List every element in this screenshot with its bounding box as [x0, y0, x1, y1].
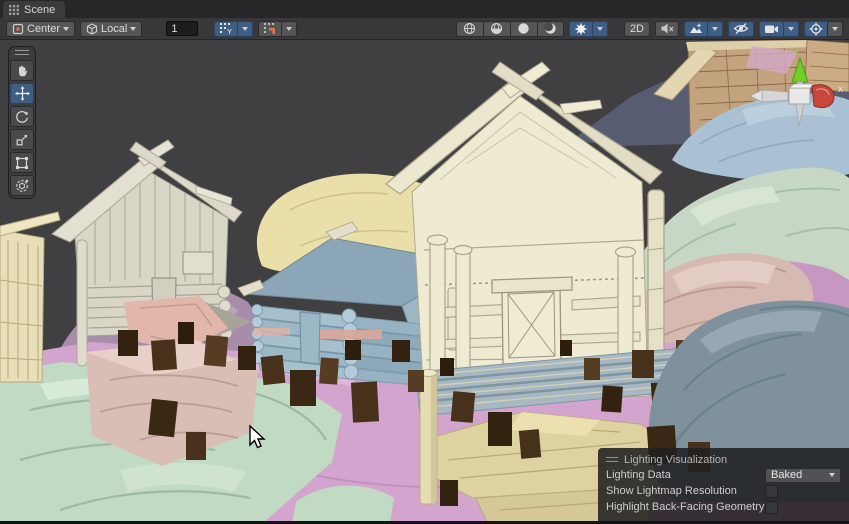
cube-icon — [86, 23, 98, 35]
shadow-mode-button[interactable] — [537, 21, 564, 37]
rotate-tool-button[interactable] — [10, 106, 34, 127]
gizmos-dropdown[interactable] — [827, 21, 843, 37]
highlight-backfacing-checkbox[interactable] — [765, 501, 778, 514]
shaded-wireframe-mode-button[interactable] — [483, 21, 510, 37]
overlay-drag-handle[interactable] — [15, 50, 29, 55]
chevron-down-icon — [242, 27, 248, 31]
snap-increment-toggle[interactable] — [258, 21, 281, 37]
scene-effects-dropdown[interactable] — [707, 21, 723, 37]
rect-icon — [15, 156, 29, 170]
svg-text:x: x — [838, 84, 843, 95]
move-icon — [15, 86, 30, 101]
rotation-mode-button[interactable]: Local — [80, 21, 142, 37]
wireframe-sphere-icon — [463, 22, 476, 35]
crescent-sphere-icon — [544, 22, 557, 35]
chevron-down-icon — [712, 27, 718, 31]
show-lightmap-resolution-label: Show Lightmap Resolution — [606, 485, 765, 497]
camera-icon — [764, 23, 779, 35]
wireframe-mode-button[interactable] — [456, 21, 483, 37]
rect-tool-button[interactable] — [10, 152, 34, 173]
grid-dots-icon: Y — [219, 22, 233, 35]
rotate-icon — [15, 110, 29, 124]
scale-icon — [15, 133, 29, 147]
lighting-data-row: Lighting Data Baked — [606, 467, 843, 483]
chevron-down-icon — [63, 27, 69, 31]
shaded-mode-button[interactable] — [510, 21, 537, 37]
chevron-down-icon — [286, 27, 292, 31]
transform-tool-button[interactable] — [10, 175, 34, 196]
draw-mode-group — [456, 21, 564, 37]
svg-text:Y: Y — [227, 27, 232, 35]
eye-slash-icon — [733, 22, 749, 35]
tab-scene[interactable]: Scene — [3, 1, 65, 18]
gizmos-target-icon — [809, 22, 823, 36]
tab-bar: Scene — [0, 0, 849, 18]
audio-mute-button[interactable] — [655, 21, 679, 37]
highlight-backfacing-label: Highlight Back-Facing Geometry — [606, 501, 765, 513]
hand-icon — [15, 64, 29, 78]
lighting-debug-dropdown[interactable] — [592, 21, 608, 37]
panel-drag-handle[interactable] — [606, 457, 618, 462]
2d-mode-label: 2D — [630, 23, 644, 35]
lighting-debug-mode-button[interactable] — [569, 21, 592, 37]
rotation-mode-label: Local — [101, 23, 127, 35]
lighting-visualization-panel: Lighting Visualization Lighting Data Bak… — [598, 448, 849, 521]
grid-size-input[interactable] — [166, 21, 198, 36]
light-burst-icon — [574, 22, 588, 36]
scale-tool-button[interactable] — [10, 129, 34, 150]
lighting-data-label: Lighting Data — [606, 469, 765, 481]
chevron-down-icon — [788, 27, 794, 31]
scene-camera-dropdown[interactable] — [783, 21, 799, 37]
snap-increment-dropdown[interactable] — [281, 21, 297, 37]
chevron-down-icon — [597, 27, 603, 31]
lighting-data-value: Baked — [771, 469, 802, 481]
grid-icon — [9, 5, 19, 15]
half-shaded-sphere-icon — [490, 22, 503, 35]
effects-landscape-icon — [689, 22, 703, 35]
grid-visibility-dropdown[interactable] — [237, 21, 253, 37]
hidden-objects-toggle[interactable] — [728, 21, 754, 37]
move-tool-button[interactable] — [10, 83, 34, 104]
chevron-down-icon — [130, 27, 136, 31]
pivot-icon — [12, 23, 24, 35]
show-lightmap-resolution-checkbox[interactable] — [765, 485, 778, 498]
solid-sphere-icon — [517, 22, 530, 35]
snap-icon — [263, 22, 277, 35]
scene-camera-button[interactable] — [759, 21, 783, 37]
chevron-down-icon — [832, 27, 838, 31]
scene-effects-button[interactable] — [684, 21, 707, 37]
2d-mode-button[interactable]: 2D — [624, 21, 650, 37]
tool-palette-overlay — [8, 46, 36, 199]
grid-visibility-toggle[interactable]: Y — [214, 21, 237, 37]
transform-icon — [15, 179, 29, 193]
pivot-mode-button[interactable]: Center — [6, 21, 75, 37]
tab-scene-label: Scene — [24, 4, 55, 16]
lighting-data-dropdown[interactable]: Baked — [765, 468, 841, 483]
hand-tool-button[interactable] — [10, 60, 34, 81]
unity-scene-view-window: Scene Center Local — [0, 0, 849, 524]
lighting-panel-title: Lighting Visualization — [624, 454, 727, 466]
scene-toolbar: Center Local — [0, 18, 849, 40]
pivot-mode-label: Center — [27, 23, 60, 35]
chevron-down-icon — [829, 473, 835, 477]
speaker-muted-icon — [660, 22, 674, 35]
highlight-backfacing-row: Highlight Back-Facing Geometry — [606, 499, 843, 515]
show-lightmap-resolution-row: Show Lightmap Resolution — [606, 483, 843, 499]
gizmos-toggle[interactable] — [804, 21, 827, 37]
